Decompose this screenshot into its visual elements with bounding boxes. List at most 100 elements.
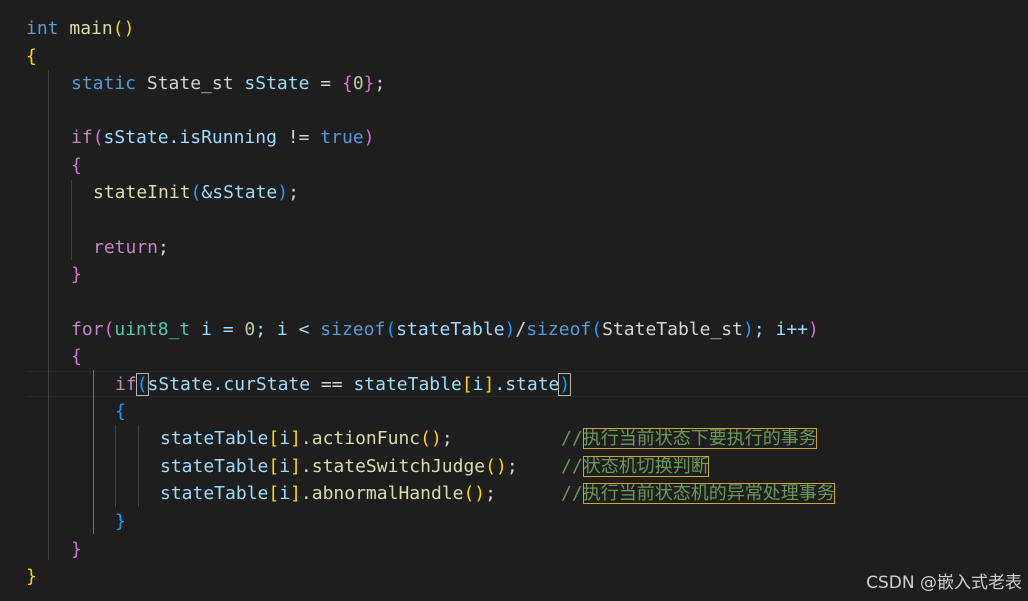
- bracket: [: [461, 374, 473, 395]
- bracket: {: [341, 73, 353, 94]
- keyword: if: [115, 374, 137, 395]
- index: i: [279, 456, 291, 477]
- index: i: [472, 374, 484, 395]
- bracket: ]: [290, 428, 301, 449]
- semicolon: ;: [158, 237, 169, 258]
- variable: stateTable: [396, 319, 505, 340]
- keyword: if: [71, 127, 93, 148]
- bracket: (): [420, 428, 442, 449]
- code-line-brace: }: [71, 261, 82, 288]
- literal: true: [320, 127, 364, 148]
- code-line-if-state: if(sState.curState == stateTable[i].stat…: [115, 371, 572, 398]
- variable: stateTable: [353, 374, 462, 395]
- dot: .: [300, 456, 312, 477]
- function-call: actionFunc: [311, 428, 421, 449]
- watermark: CSDN @嵌入式老表: [866, 573, 1022, 593]
- semicolon: ;: [288, 182, 299, 203]
- keyword: sizeof: [320, 319, 386, 340]
- variable: stateTable: [160, 483, 269, 504]
- semicolon: ;: [506, 456, 518, 477]
- comment-text: 状态机切换判断: [582, 456, 709, 477]
- semicolon: ;: [441, 428, 453, 449]
- bracket: (: [103, 319, 115, 340]
- bracket: (: [591, 319, 603, 340]
- bracket: ): [504, 319, 516, 340]
- index: i: [279, 428, 291, 449]
- code-line-return: return;: [93, 234, 169, 261]
- comment-text: 执行当前状态机的异常处理事务: [582, 483, 835, 504]
- semicolon: ;: [374, 73, 386, 94]
- bracket: [: [268, 483, 280, 504]
- code-line-action: stateTable[i].actionFunc(); //执行当前状态下要执行…: [160, 425, 817, 452]
- number: 0: [352, 73, 364, 94]
- indent-guide: [138, 425, 139, 507]
- semicolon: ;: [485, 483, 496, 504]
- keyword: for: [71, 319, 104, 340]
- bracket: [: [268, 456, 280, 477]
- expression: sState.curState: [147, 374, 311, 395]
- code-line-if-running: if(sState.isRunning != true): [71, 124, 374, 151]
- comment-text: 执行当前状态下要执行的事务: [582, 428, 817, 449]
- code-line-brace: }: [115, 508, 126, 535]
- indent-guide: [48, 70, 49, 560]
- code-line-brace: }: [71, 536, 82, 563]
- bracket: ): [363, 127, 375, 148]
- type-name: StateTable_st: [602, 319, 743, 340]
- bracket: ): [123, 18, 135, 39]
- dot: .: [300, 428, 312, 449]
- function-name: main: [69, 18, 113, 39]
- operator: !=: [276, 127, 321, 148]
- function-call: stateInit: [93, 182, 191, 203]
- keyword: return: [93, 237, 159, 258]
- bracket: }: [71, 264, 82, 285]
- code-line-abnormal: stateTable[i].abnormalHandle(); //执行当前状态…: [160, 480, 835, 507]
- code-line-brace: {: [115, 398, 126, 425]
- bracket: ): [277, 182, 289, 203]
- expression: sState.isRunning: [103, 127, 277, 148]
- operator: ==: [310, 374, 354, 395]
- keyword: static: [71, 73, 137, 94]
- bracket: }: [115, 511, 126, 532]
- code-editor[interactable]: int main() { static State_st sState = {0…: [0, 0, 1028, 601]
- bracket: {: [115, 401, 126, 422]
- field: .state: [494, 374, 560, 395]
- bracket: }: [71, 539, 82, 560]
- bracket: }: [26, 566, 37, 587]
- type-name: State_st: [146, 73, 234, 94]
- bracket: {: [26, 46, 37, 67]
- bracket: ): [742, 319, 754, 340]
- bracket: ): [558, 373, 572, 396]
- bracket: (: [385, 319, 397, 340]
- code-line-brace: }: [26, 563, 37, 590]
- bracket: ]: [290, 456, 301, 477]
- comment-marker: //: [561, 456, 583, 477]
- indent-guide: [71, 180, 72, 260]
- type-name: uint8_t: [114, 319, 191, 340]
- keyword: sizeof: [526, 319, 592, 340]
- number: 0: [244, 319, 256, 340]
- bracket: (): [463, 483, 486, 504]
- bracket: (: [135, 373, 149, 396]
- function-call: stateSwitchJudge: [311, 456, 486, 477]
- loop-increment: ; i++: [753, 319, 809, 340]
- comment-marker: //: [561, 483, 583, 504]
- indent-guide: [93, 370, 94, 534]
- function-call: abnormalHandle: [311, 483, 464, 504]
- index: i: [279, 483, 291, 504]
- bracket: [: [268, 428, 280, 449]
- bracket: (: [112, 18, 124, 39]
- spacing: [453, 428, 561, 449]
- code-line-switch: stateTable[i].stateSwitchJudge(); //状态机切…: [160, 453, 709, 480]
- variable: stateTable: [160, 428, 269, 449]
- operator: /: [515, 319, 527, 340]
- code-line-brace: {: [71, 152, 82, 179]
- argument: &sState: [201, 182, 278, 203]
- variable: sState: [244, 73, 310, 94]
- bracket: ]: [290, 483, 301, 504]
- code-line-init: stateInit(&sState);: [93, 179, 299, 206]
- operator: =: [309, 73, 342, 94]
- code-line-brace: {: [71, 343, 82, 370]
- code-line-for: for(uint8_t i = 0; i < sizeof(stateTable…: [71, 316, 819, 343]
- code-line-main: int main(): [26, 15, 134, 42]
- loop-init: i =: [190, 319, 245, 340]
